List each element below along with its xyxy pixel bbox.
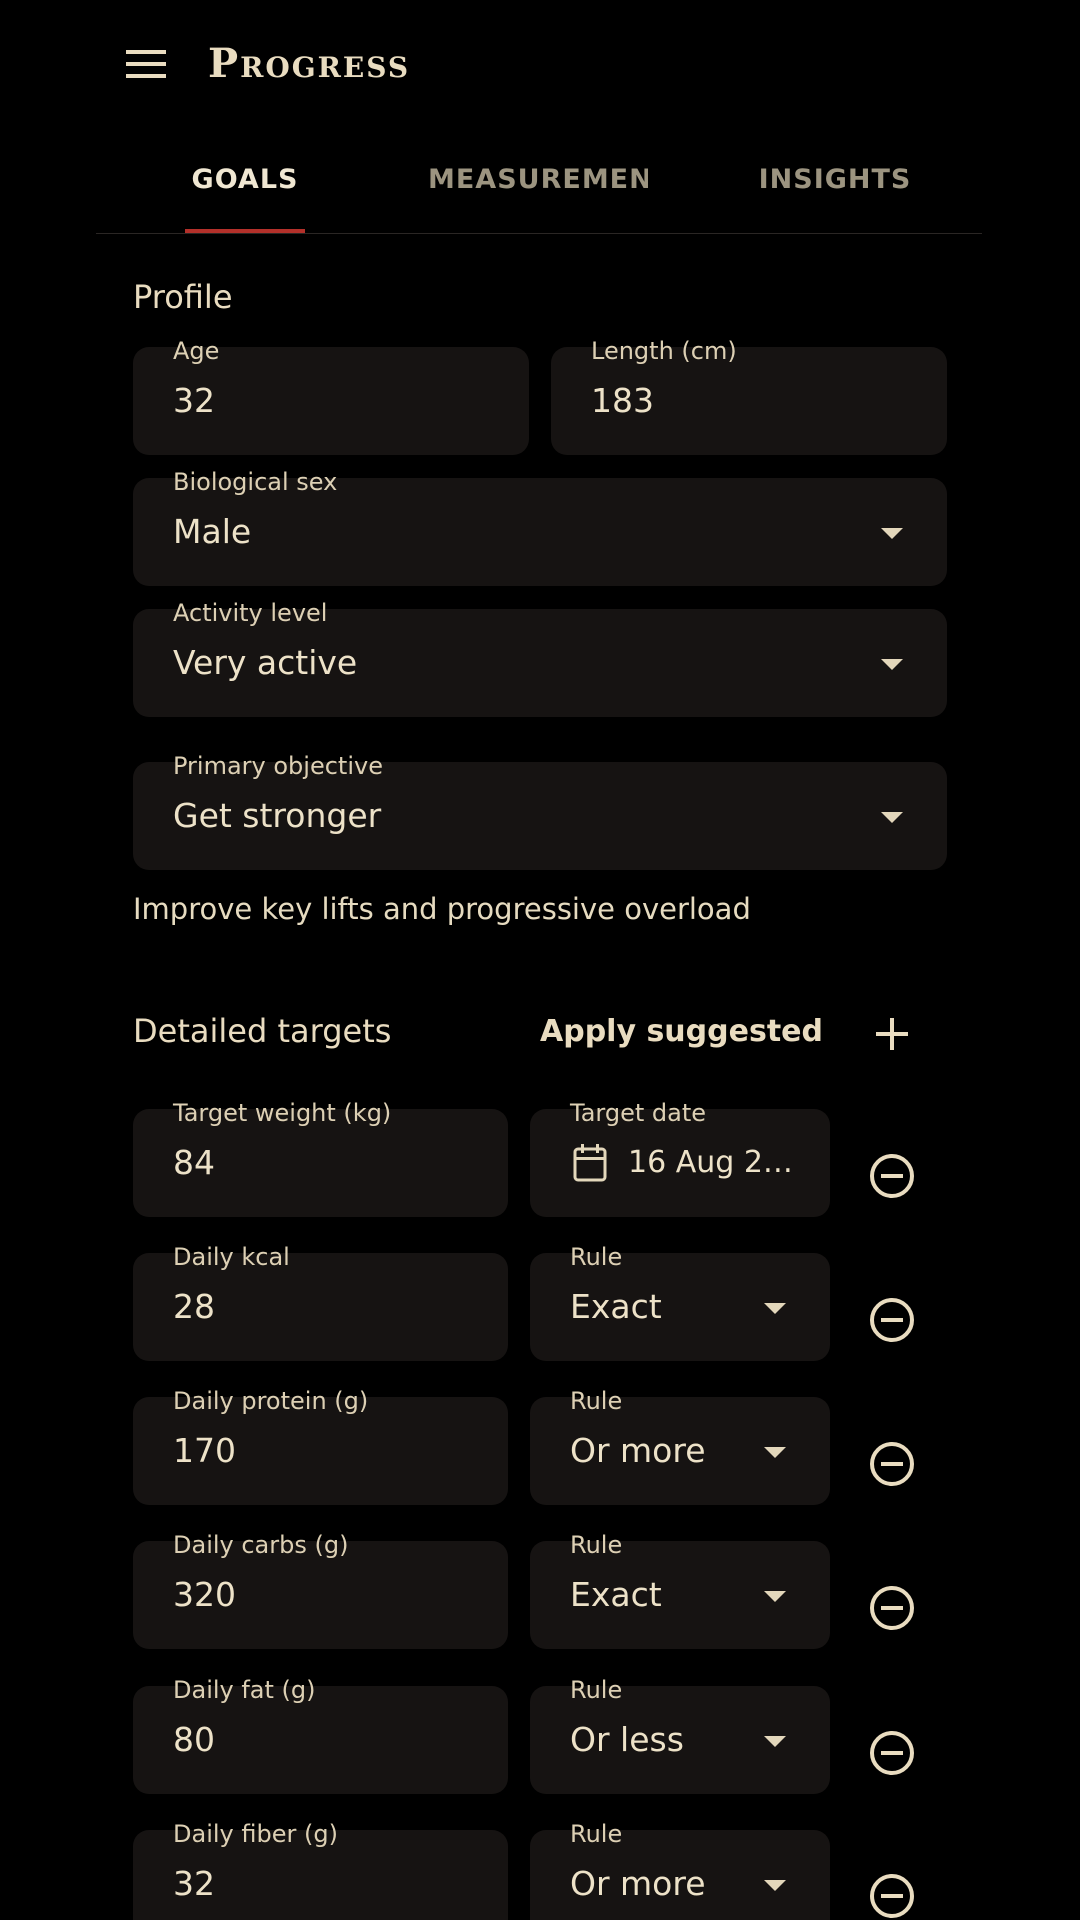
daily-protein-value: 170 (173, 1431, 236, 1470)
rule-value: Exact (570, 1575, 662, 1614)
rule-label: Rule (570, 1676, 623, 1704)
daily-fat-rule-select[interactable]: Rule Or less (530, 1676, 830, 1794)
daily-kcal-value: 28 (173, 1287, 215, 1326)
target-weight-field[interactable]: Target weight (kg) 84 (133, 1099, 508, 1217)
rule-value: Or more (570, 1431, 706, 1470)
daily-protein-label: Daily protein (g) (173, 1387, 369, 1415)
remove-daily-protein-button[interactable] (868, 1440, 916, 1488)
biological-sex-select[interactable]: Biological sex Male (133, 468, 947, 586)
detailed-targets-heading: Detailed targets (133, 1012, 392, 1050)
daily-kcal-field[interactable]: Daily kcal 28 (133, 1243, 508, 1361)
menu-button[interactable] (118, 40, 174, 88)
rule-label: Rule (570, 1531, 623, 1559)
tab-goals[interactable]: GOALS (160, 150, 330, 210)
daily-carbs-value: 320 (173, 1575, 236, 1614)
primary-objective-label: Primary objective (173, 752, 383, 780)
daily-kcal-label: Daily kcal (173, 1243, 290, 1271)
rule-label: Rule (570, 1820, 623, 1848)
remove-daily-fat-button[interactable] (868, 1729, 916, 1777)
chevron-down-icon (764, 1880, 786, 1891)
minus-circle-icon (870, 1298, 914, 1342)
target-weight-value: 84 (173, 1143, 215, 1182)
remove-daily-fiber-button[interactable] (868, 1872, 916, 1920)
activity-level-label: Activity level (173, 599, 328, 627)
minus-circle-icon (870, 1154, 914, 1198)
daily-kcal-rule-select[interactable]: Rule Exact (530, 1243, 830, 1361)
chevron-down-icon (764, 1303, 786, 1314)
biological-sex-label: Biological sex (173, 468, 338, 496)
daily-protein-rule-select[interactable]: Rule Or more (530, 1387, 830, 1505)
daily-fat-label: Daily fat (g) (173, 1676, 316, 1704)
rule-value: Or less (570, 1720, 684, 1759)
chevron-down-icon (764, 1736, 786, 1747)
minus-circle-icon (870, 1731, 914, 1775)
primary-objective-select[interactable]: Primary objective Get stronger (133, 752, 947, 870)
remove-daily-kcal-button[interactable] (868, 1296, 916, 1344)
age-field[interactable]: Age 32 (133, 337, 529, 455)
minus-circle-icon (870, 1874, 914, 1918)
activity-level-select[interactable]: Activity level Very active (133, 599, 947, 717)
menu-icon (126, 50, 166, 78)
add-target-button[interactable] (868, 1010, 916, 1058)
biological-sex-value: Male (173, 512, 252, 551)
daily-carbs-field[interactable]: Daily carbs (g) 320 (133, 1531, 508, 1649)
chevron-down-icon (881, 528, 903, 539)
objective-help-text: Improve key lifts and progressive overlo… (133, 892, 751, 926)
profile-heading: Profile (133, 278, 233, 316)
chevron-down-icon (764, 1591, 786, 1602)
daily-carbs-label: Daily carbs (g) (173, 1531, 349, 1559)
plus-icon (876, 1018, 908, 1050)
minus-circle-icon (870, 1442, 914, 1486)
length-value: 183 (591, 381, 654, 420)
minus-circle-icon (870, 1586, 914, 1630)
chevron-down-icon (764, 1447, 786, 1458)
daily-fat-value: 80 (173, 1720, 215, 1759)
daily-fiber-value: 32 (173, 1864, 215, 1903)
daily-fat-field[interactable]: Daily fat (g) 80 (133, 1676, 508, 1794)
daily-fiber-field[interactable]: Daily fiber (g) 32 (133, 1820, 508, 1920)
app-title: Progress (208, 40, 411, 87)
age-label: Age (173, 337, 220, 365)
activity-level-value: Very active (173, 643, 358, 682)
daily-fiber-rule-select[interactable]: Rule Or more (530, 1820, 830, 1920)
rule-value: Or more (570, 1864, 706, 1903)
length-field[interactable]: Length (cm) 183 (551, 337, 947, 455)
daily-fiber-label: Daily fiber (g) (173, 1820, 338, 1848)
primary-objective-value: Get stronger (173, 796, 382, 835)
remove-target-weight-button[interactable] (868, 1152, 916, 1200)
target-weight-label: Target weight (kg) (173, 1099, 392, 1127)
calendar-icon (573, 1144, 607, 1182)
daily-carbs-rule-select[interactable]: Rule Exact (530, 1531, 830, 1649)
rule-value: Exact (570, 1287, 662, 1326)
daily-protein-field[interactable]: Daily protein (g) 170 (133, 1387, 508, 1505)
length-label: Length (cm) (591, 337, 737, 365)
target-date-field[interactable]: Target date 16 Aug 2… (530, 1099, 830, 1217)
rule-label: Rule (570, 1243, 623, 1271)
tab-insights[interactable]: INSIGHTS (740, 150, 930, 210)
tab-measurements[interactable]: MEASUREMENTS (428, 150, 648, 210)
age-value: 32 (173, 381, 215, 420)
remove-daily-carbs-button[interactable] (868, 1584, 916, 1632)
chevron-down-icon (881, 812, 903, 823)
chevron-down-icon (881, 659, 903, 670)
target-date-label: Target date (570, 1099, 706, 1127)
rule-label: Rule (570, 1387, 623, 1415)
apply-suggested-button[interactable]: Apply suggested (540, 1014, 823, 1049)
target-date-value: 16 Aug 2… (628, 1145, 793, 1180)
tab-divider (96, 233, 982, 234)
